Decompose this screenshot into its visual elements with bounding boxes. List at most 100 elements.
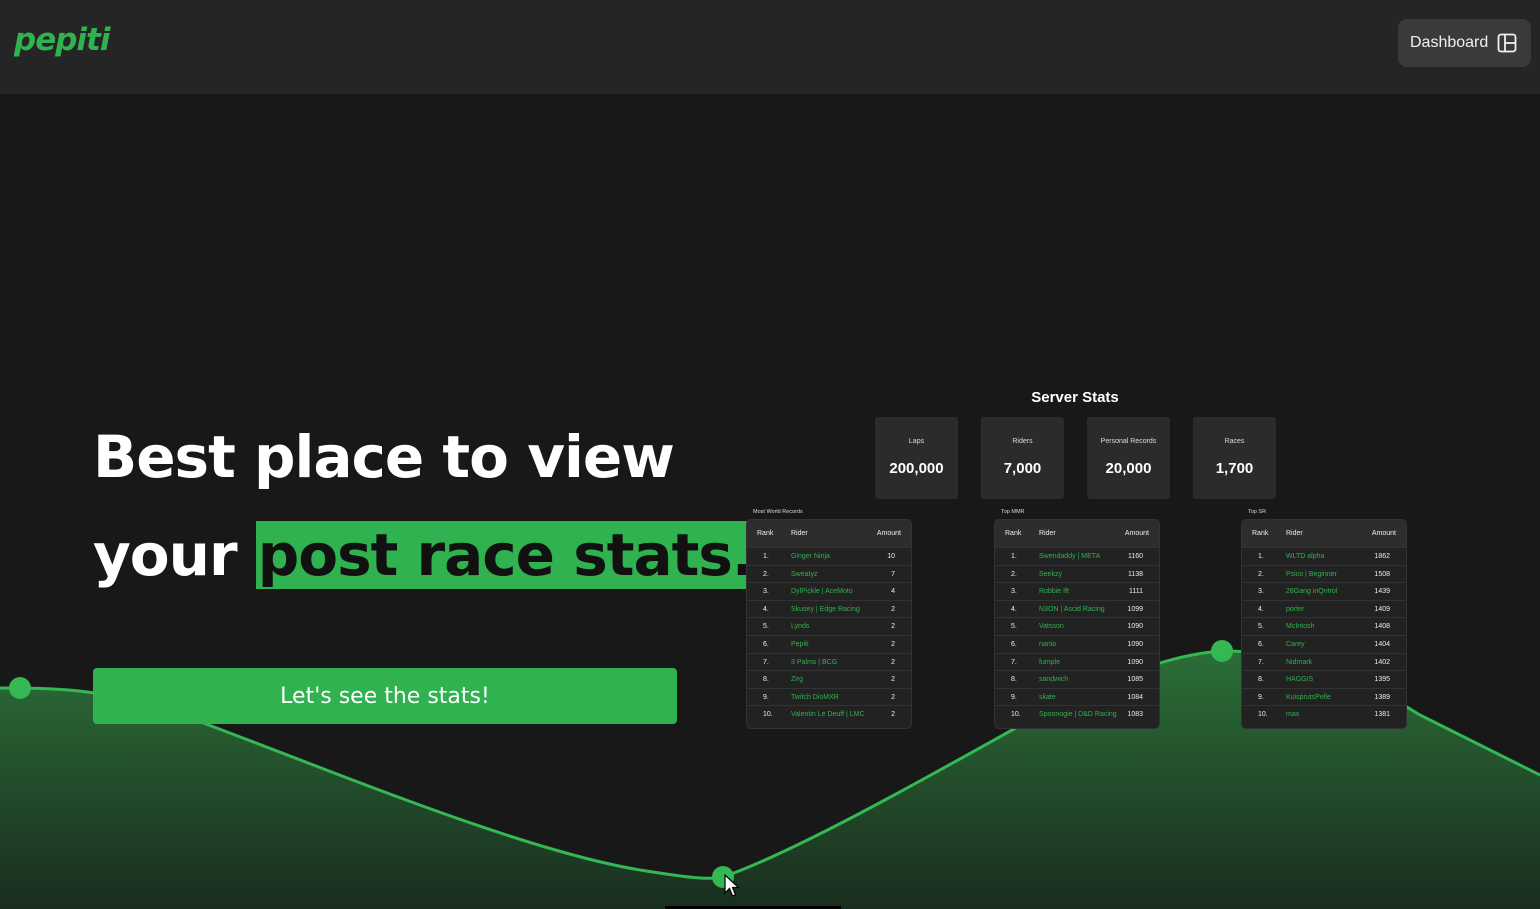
column-header-amount: Amount bbox=[1124, 530, 1149, 537]
rider-link[interactable]: KuisprutsPelle bbox=[1286, 694, 1331, 701]
stat-card-label: Laps bbox=[908, 438, 925, 445]
stat-card-riders: Riders 7,000 bbox=[981, 417, 1064, 499]
row-rank: 2. bbox=[763, 570, 769, 578]
row-amount: 2 bbox=[891, 676, 895, 684]
rider-link[interactable]: 3 Palms | BCG bbox=[791, 659, 837, 666]
rider-link[interactable]: Twitch DioMXR bbox=[791, 694, 839, 701]
wave-point-1 bbox=[9, 677, 31, 699]
row-rank: 4. bbox=[1258, 605, 1264, 613]
leaderboard-table-most-world-records: Rank Rider Amount 1. Ginger Ninja 10 2. Sweatyz… bbox=[746, 519, 912, 729]
table-row: 4. Skusey | Edge Racing 2 bbox=[747, 599, 911, 618]
table-row: 10. Valentin Le Deuff | LMC 2 bbox=[747, 705, 911, 723]
stat-card-value: 7,000 bbox=[1003, 460, 1042, 477]
table-row: 3. Robbie Ift 1111 bbox=[995, 582, 1159, 600]
rider-link[interactable]: Spoonogie | D&D Racing bbox=[1039, 711, 1117, 718]
stat-card-personal-records: Personal Records 20,000 bbox=[1087, 417, 1170, 499]
rider-link[interactable]: Skusey | Edge Racing bbox=[791, 606, 860, 613]
row-rank: 8. bbox=[1258, 676, 1264, 684]
hero-title-highlight: post race stats. bbox=[255, 521, 755, 589]
table-row: 9. skate 1084 bbox=[995, 687, 1159, 706]
rider-link[interactable]: Valentin Le Deuff | LMC bbox=[791, 711, 865, 718]
row-amount: 1111 bbox=[1128, 588, 1143, 596]
row-amount: 1085 bbox=[1127, 676, 1143, 684]
row-rank: 8. bbox=[1011, 676, 1017, 684]
row-amount: 1099 bbox=[1127, 605, 1143, 613]
row-rank: 4. bbox=[763, 605, 769, 613]
rider-link[interactable]: Swendaddy | META bbox=[1039, 553, 1100, 560]
rider-link[interactable]: DylPickle | AceMoto bbox=[791, 588, 853, 595]
rider-link[interactable]: Carey bbox=[1286, 641, 1305, 648]
leaderboard-table-top-mmr: Rank Rider Amount 1. Swendaddy | META 1160 2. S… bbox=[994, 519, 1160, 729]
row-amount: 10 bbox=[887, 553, 895, 560]
rider-link[interactable]: McIntosh bbox=[1286, 623, 1314, 630]
table-row: 2. Seekzy 1138 bbox=[995, 564, 1159, 583]
table-row: 10. Spoonogie | D&D Racing 1083 bbox=[995, 705, 1159, 723]
stat-card-laps: Laps 200,000 bbox=[875, 417, 958, 499]
row-amount: 4 bbox=[891, 588, 895, 596]
row-amount: 1138 bbox=[1127, 570, 1143, 578]
row-rank: 8. bbox=[763, 676, 769, 684]
rider-link[interactable]: WLTD alpha bbox=[1286, 553, 1324, 560]
row-rank: 1. bbox=[763, 553, 769, 560]
row-rank: 4. bbox=[1011, 605, 1017, 613]
column-header-amount: Amount bbox=[876, 530, 901, 537]
row-rank: 1. bbox=[1011, 553, 1017, 560]
rider-link[interactable]: Lynds bbox=[791, 623, 809, 630]
rider-link[interactable]: N3ON | Ascid Racing bbox=[1039, 606, 1105, 613]
rider-link[interactable]: HAGGIS bbox=[1286, 676, 1313, 683]
hero-title-prefix: your bbox=[93, 521, 256, 589]
rider-link[interactable]: Pepiti bbox=[791, 641, 809, 648]
dashboard-button-label: Dashboard bbox=[1410, 34, 1489, 51]
row-rank: 9. bbox=[763, 693, 769, 701]
rider-link[interactable]: Ginger Ninja bbox=[791, 553, 830, 560]
row-amount: 1402 bbox=[1374, 658, 1390, 666]
pepiti-logo[interactable]: pepiti bbox=[14, 22, 110, 58]
rider-link[interactable]: Robbie Ift bbox=[1039, 588, 1069, 595]
row-rank: 9. bbox=[1258, 693, 1264, 701]
table-row: 5. McIntosh 1408 bbox=[1242, 617, 1406, 635]
rider-link[interactable]: Sweatyz bbox=[791, 571, 817, 578]
row-amount: 1862 bbox=[1374, 553, 1390, 560]
row-rank: 1. bbox=[1258, 553, 1264, 560]
rider-link[interactable]: nanio bbox=[1039, 641, 1056, 648]
hero-title: Best place to view your post race stats. bbox=[93, 408, 755, 604]
table-row: 3. 28Gang inQntrol 1439 bbox=[1242, 582, 1406, 600]
rider-link[interactable]: Vatsson bbox=[1039, 623, 1064, 630]
rider-link[interactable]: max bbox=[1286, 711, 1299, 718]
column-header-rank: Rank bbox=[1005, 530, 1022, 537]
column-header-rider: Rider bbox=[1039, 530, 1056, 537]
table-row: 8. sandwich 1085 bbox=[995, 670, 1159, 688]
table-row: 7. 3 Palms | BCG 2 bbox=[747, 652, 911, 671]
row-amount: 1508 bbox=[1374, 570, 1390, 578]
row-amount: 2 bbox=[891, 623, 895, 631]
table-header: Rank Rider Amount bbox=[995, 520, 1159, 547]
rider-link[interactable]: Seekzy bbox=[1039, 571, 1062, 578]
rider-link[interactable]: fumple bbox=[1039, 659, 1060, 666]
row-amount: 1395 bbox=[1374, 676, 1390, 684]
rider-link[interactable]: Psico | Beginner bbox=[1286, 571, 1337, 578]
see-stats-button[interactable]: Let's see the stats! bbox=[93, 668, 677, 724]
row-amount: 2 bbox=[891, 640, 895, 648]
table-header: Rank Rider Amount bbox=[747, 520, 911, 547]
row-amount: 1409 bbox=[1374, 605, 1390, 613]
row-rank: 7. bbox=[1011, 658, 1017, 666]
table-row: 2. Sweatyz 7 bbox=[747, 564, 911, 583]
rider-link[interactable]: skate bbox=[1039, 694, 1056, 701]
table-row: 6. Pepiti 2 bbox=[747, 634, 911, 653]
rider-link[interactable]: Nidmark bbox=[1286, 659, 1312, 666]
row-amount: 1090 bbox=[1127, 640, 1143, 648]
rider-link[interactable]: 28Gang inQntrol bbox=[1286, 588, 1337, 595]
layout-icon bbox=[1497, 33, 1517, 53]
leaderboard-table-top-sr: Rank Rider Amount 1. WLTD alpha 1862 2. Psico |… bbox=[1241, 519, 1407, 729]
hero-title-line-2: your post race stats. bbox=[93, 506, 755, 604]
row-amount: 1090 bbox=[1127, 658, 1143, 666]
rider-link[interactable]: Zirg bbox=[791, 676, 803, 683]
row-rank: 3. bbox=[763, 588, 769, 596]
row-amount: 1381 bbox=[1374, 711, 1390, 719]
row-amount: 2 bbox=[891, 693, 895, 701]
dashboard-button[interactable]: Dashboard bbox=[1398, 19, 1531, 67]
rider-link[interactable]: porter bbox=[1286, 606, 1304, 613]
row-rank: 3. bbox=[1258, 588, 1264, 596]
rider-link[interactable]: sandwich bbox=[1039, 676, 1068, 683]
row-amount: 1083 bbox=[1127, 711, 1143, 719]
